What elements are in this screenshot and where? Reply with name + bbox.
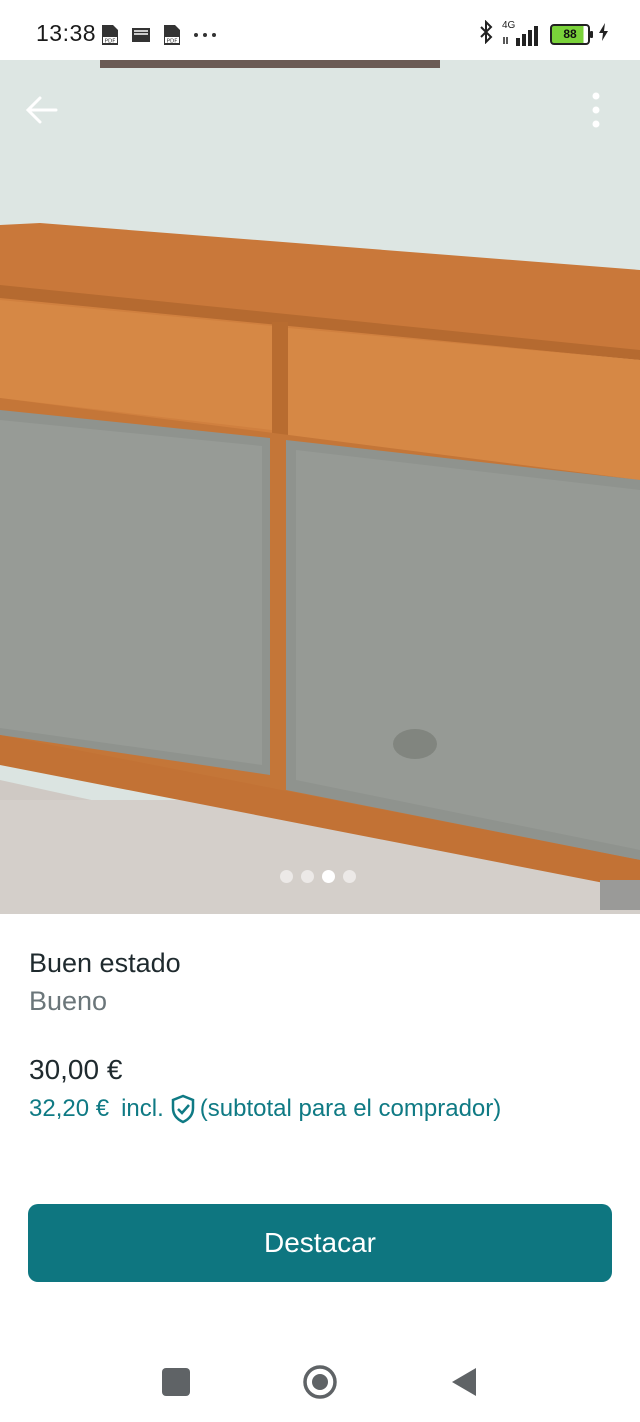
recents-button[interactable] xyxy=(162,1368,190,1396)
home-circle-icon xyxy=(303,1365,337,1399)
highlight-button[interactable]: Destacar xyxy=(28,1204,612,1282)
pdf-file-icon: PDF xyxy=(100,24,120,51)
svg-text:PDF: PDF xyxy=(167,38,178,44)
svg-text:PDF: PDF xyxy=(105,38,116,44)
buyer-total[interactable]: 32,20 € incl. (subtotal para el comprado… xyxy=(29,1094,501,1124)
product-photo[interactable] xyxy=(0,60,640,914)
more-options-button[interactable] xyxy=(578,88,614,132)
buyer-total-amount: 32,20 € xyxy=(29,1095,110,1122)
pagination-dot[interactable] xyxy=(301,870,314,883)
condition-title: Buen estado xyxy=(29,948,181,978)
signal-icon: 4G xyxy=(502,20,542,46)
network-type: 4G xyxy=(502,19,516,31)
bluetooth-icon xyxy=(478,19,494,49)
status-bar: 13:38 PDF PDF 4G 88 xyxy=(0,0,640,60)
arrow-left-icon xyxy=(25,96,58,124)
more-vert-icon xyxy=(592,92,600,128)
pagination-dot[interactable] xyxy=(280,870,293,883)
pagination-dot[interactable] xyxy=(343,870,356,883)
price: 30,00 € xyxy=(29,1054,123,1085)
condition-value: Bueno xyxy=(29,986,108,1016)
home-button[interactable] xyxy=(302,1364,338,1400)
status-time: 13:38 xyxy=(36,20,97,46)
system-icons: 4G 88 xyxy=(478,20,610,49)
system-back-button[interactable] xyxy=(450,1366,478,1403)
pdf-file-icon: PDF xyxy=(162,24,182,51)
battery-icon: 88 xyxy=(550,24,593,45)
buyer-total-incl: incl. xyxy=(121,1095,164,1122)
buyer-total-note: (subtotal para el comprador) xyxy=(199,1095,502,1122)
more-horiz-icon xyxy=(192,25,218,50)
notification-icons: PDF PDF xyxy=(100,24,218,51)
charging-bolt-icon xyxy=(598,22,610,47)
inbox-icon xyxy=(130,25,152,50)
pagination-dot-active[interactable] xyxy=(322,870,335,883)
back-button[interactable] xyxy=(20,88,64,132)
gallery-pagination xyxy=(280,870,356,883)
system-nav-bar xyxy=(0,1340,640,1422)
triangle-back-icon xyxy=(452,1368,476,1396)
shield-check-icon xyxy=(170,1094,196,1124)
